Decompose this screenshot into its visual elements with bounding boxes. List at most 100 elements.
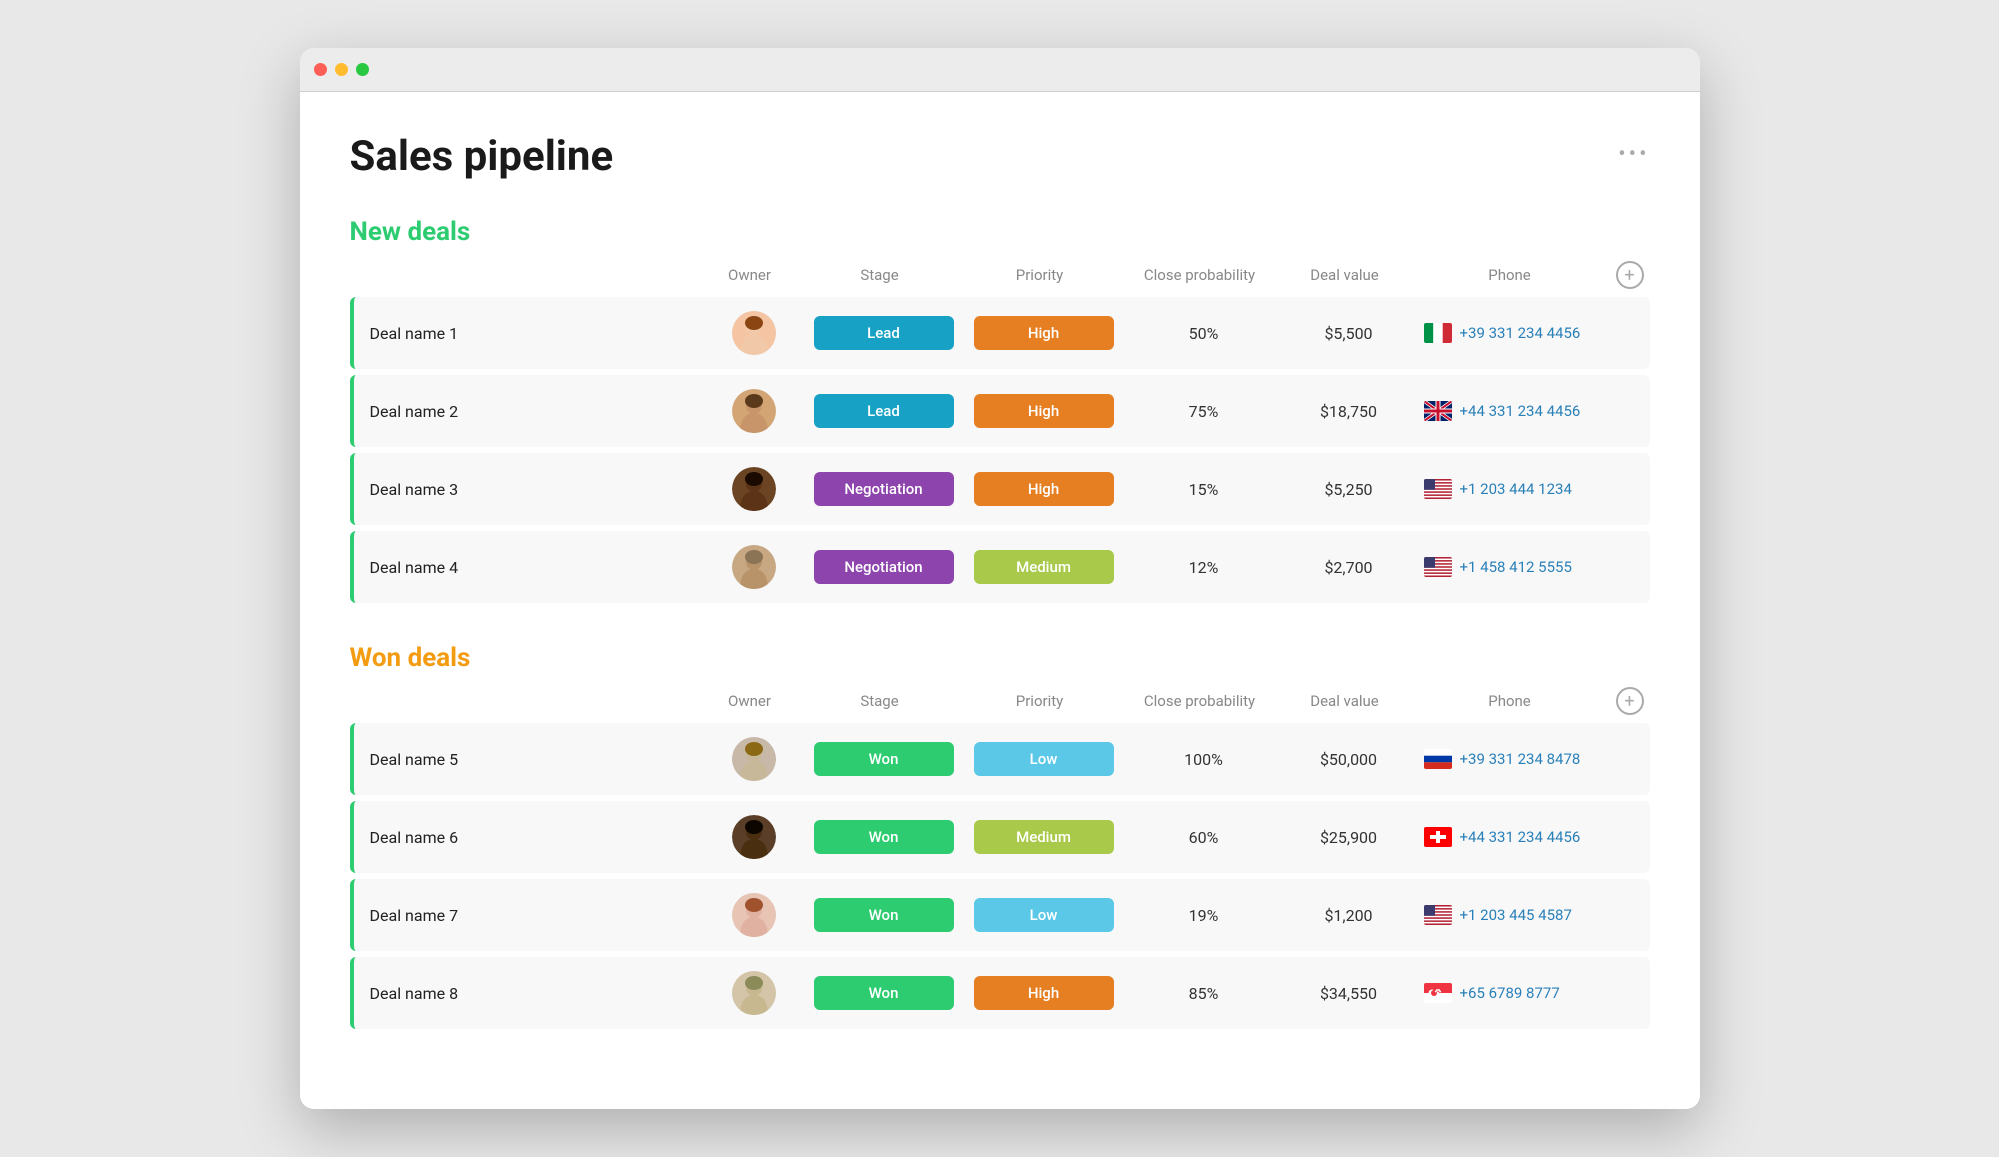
phone-cell: +44 331 234 4456	[1414, 401, 1610, 421]
stage-cell: Lead	[804, 394, 964, 428]
flag-icon	[1424, 323, 1452, 343]
stage-badge[interactable]: Won	[814, 742, 954, 776]
phone-number[interactable]: +39 331 234 8478	[1460, 750, 1581, 768]
priority-cell: Medium	[964, 820, 1124, 854]
phone-cell: +44 331 234 4456	[1414, 827, 1610, 847]
owner-cell	[704, 971, 804, 1015]
flag-icon	[1424, 401, 1452, 421]
table-row[interactable]: Deal name 6 Won Medium 60% $25,900	[350, 801, 1650, 873]
stage-badge[interactable]: Won	[814, 898, 954, 932]
probability-cell: 12%	[1124, 558, 1284, 577]
app-window: Sales pipeline ••• New deals Owner Stage…	[300, 48, 1700, 1109]
new-deals-title: New deals	[350, 217, 471, 247]
more-options-icon[interactable]: •••	[1618, 142, 1649, 167]
stage-cell: Won	[804, 976, 964, 1010]
table-row[interactable]: Deal name 8 Won High 85% $34,550	[350, 957, 1650, 1029]
table-row[interactable]: Deal name 5 Won Low 100% $50,000	[350, 723, 1650, 795]
priority-cell: Low	[964, 898, 1124, 932]
priority-badge[interactable]: High	[974, 976, 1114, 1010]
table-row[interactable]: Deal name 3 Negotiation High 15% $5,250	[350, 453, 1650, 525]
priority-cell: High	[964, 976, 1124, 1010]
priority-cell: Low	[964, 742, 1124, 776]
col-prob: Close probability	[1120, 266, 1280, 284]
stage-badge[interactable]: Won	[814, 820, 954, 854]
priority-cell: High	[964, 394, 1124, 428]
deal-name: Deal name 7	[354, 906, 704, 925]
owner-cell	[704, 311, 804, 355]
owner-cell	[704, 389, 804, 433]
stage-cell: Negotiation	[804, 472, 964, 506]
priority-badge[interactable]: High	[974, 394, 1114, 428]
stage-badge[interactable]: Negotiation	[814, 472, 954, 506]
priority-badge[interactable]: Medium	[974, 820, 1114, 854]
titlebar	[300, 48, 1700, 92]
priority-cell: Medium	[964, 550, 1124, 584]
stage-badge[interactable]: Lead	[814, 316, 954, 350]
phone-number[interactable]: +44 331 234 4456	[1460, 828, 1581, 846]
value-cell: $5,250	[1284, 480, 1414, 499]
col-add-won: +	[1610, 687, 1650, 715]
phone-number[interactable]: +44 331 234 4456	[1460, 402, 1581, 420]
avatar	[732, 389, 776, 433]
avatar	[732, 971, 776, 1015]
won-deals-header: Won deals	[350, 643, 1650, 673]
probability-cell: 15%	[1124, 480, 1284, 499]
phone-number[interactable]: +39 331 234 4456	[1460, 324, 1581, 342]
phone-number[interactable]: +1 458 412 5555	[1460, 558, 1572, 576]
table-row[interactable]: Deal name 1 Lead High 50% $5,500	[350, 297, 1650, 369]
deal-name: Deal name 5	[354, 750, 704, 769]
priority-badge[interactable]: Medium	[974, 550, 1114, 584]
table-row[interactable]: Deal name 2 Lead High 75% $18,750	[350, 375, 1650, 447]
owner-cell	[704, 893, 804, 937]
won-deals-title: Won deals	[350, 643, 471, 673]
phone-cell: +1 458 412 5555	[1414, 557, 1610, 577]
table-row[interactable]: Deal name 4 Negotiation Medium 12% $2,70…	[350, 531, 1650, 603]
flag-icon	[1424, 905, 1452, 925]
phone-number[interactable]: +1 203 445 4587	[1460, 906, 1572, 924]
stage-badge[interactable]: Negotiation	[814, 550, 954, 584]
deal-name: Deal name 1	[354, 324, 704, 343]
new-deals-rows: Deal name 1 Lead High 50% $5,500	[350, 297, 1650, 603]
probability-cell: 100%	[1124, 750, 1284, 769]
flag-icon	[1424, 749, 1452, 769]
add-new-deal-button[interactable]: +	[1616, 261, 1644, 289]
col-prob-won: Close probability	[1120, 692, 1280, 710]
stage-badge[interactable]: Won	[814, 976, 954, 1010]
stage-badge[interactable]: Lead	[814, 394, 954, 428]
avatar	[732, 467, 776, 511]
maximize-button[interactable]	[356, 63, 369, 76]
owner-cell	[704, 545, 804, 589]
page-header: Sales pipeline •••	[350, 132, 1650, 181]
col-priority-won: Priority	[960, 692, 1120, 710]
stage-cell: Won	[804, 898, 964, 932]
phone-number[interactable]: +1 203 444 1234	[1460, 480, 1572, 498]
probability-cell: 50%	[1124, 324, 1284, 343]
deal-name: Deal name 4	[354, 558, 704, 577]
phone-cell: +39 331 234 4456	[1414, 323, 1610, 343]
priority-cell: High	[964, 316, 1124, 350]
phone-number[interactable]: +65 6789 8777	[1460, 984, 1560, 1002]
phone-cell: +1 203 444 1234	[1414, 479, 1610, 499]
close-button[interactable]	[314, 63, 327, 76]
page-title: Sales pipeline	[350, 132, 614, 181]
col-add: +	[1610, 261, 1650, 289]
stage-cell: Negotiation	[804, 550, 964, 584]
col-phone-won: Phone	[1410, 692, 1610, 710]
priority-badge[interactable]: Low	[974, 742, 1114, 776]
avatar	[732, 545, 776, 589]
stage-cell: Lead	[804, 316, 964, 350]
table-row[interactable]: Deal name 7 Won Low 19% $1,200	[350, 879, 1650, 951]
phone-cell: +39 331 234 8478	[1414, 749, 1610, 769]
owner-cell	[704, 467, 804, 511]
col-stage-won: Stage	[800, 692, 960, 710]
value-cell: $5,500	[1284, 324, 1414, 343]
avatar	[732, 893, 776, 937]
priority-badge[interactable]: High	[974, 472, 1114, 506]
won-deals-section: Won deals Owner Stage Priority Close pro…	[350, 643, 1650, 1029]
priority-badge[interactable]: High	[974, 316, 1114, 350]
main-content: Sales pipeline ••• New deals Owner Stage…	[300, 92, 1700, 1109]
priority-badge[interactable]: Low	[974, 898, 1114, 932]
add-won-deal-button[interactable]: +	[1616, 687, 1644, 715]
col-priority: Priority	[960, 266, 1120, 284]
minimize-button[interactable]	[335, 63, 348, 76]
